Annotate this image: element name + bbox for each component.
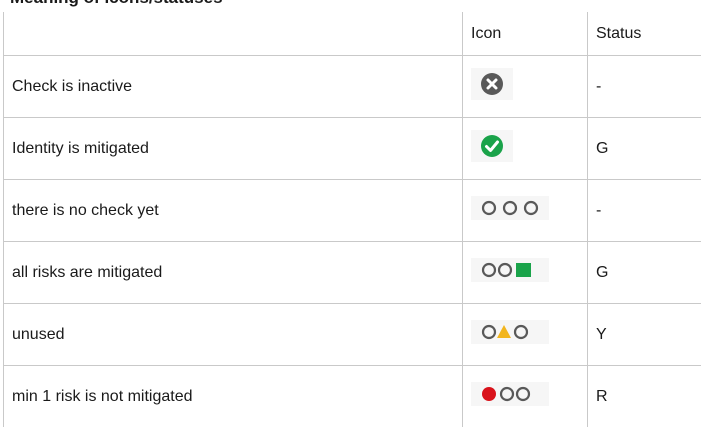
row-description: unused — [4, 304, 463, 366]
green-check-circle-icon — [471, 130, 513, 162]
two-circles-green-square-icon — [471, 258, 549, 282]
row-description: Check is inactive — [4, 56, 463, 118]
table-row: Identity is mitigated G — [4, 118, 702, 180]
row-description: there is no check yet — [4, 180, 463, 242]
table-row: unused Y — [4, 304, 702, 366]
row-status: - — [588, 180, 702, 242]
header-status: Status — [588, 12, 702, 56]
row-status: G — [588, 242, 702, 304]
row-status: R — [588, 366, 702, 427]
row-status: Y — [588, 304, 702, 366]
row-status: G — [588, 118, 702, 180]
row-description: min 1 risk is not mitigated — [4, 366, 463, 427]
table-row: there is no check yet - — [4, 180, 702, 242]
red-dot-two-circles-icon — [471, 382, 549, 406]
header-icon: Icon — [463, 12, 588, 56]
icon-status-table: Icon Status Check is inactive - Identity… — [3, 12, 701, 427]
grey-x-circle-icon — [471, 68, 513, 100]
header-description — [4, 12, 463, 56]
row-description: all risks are mitigated — [4, 242, 463, 304]
table-row: all risks are mitigated G — [4, 242, 702, 304]
table-row: min 1 risk is not mitigated R — [4, 366, 702, 427]
three-empty-circles-icon — [471, 196, 549, 220]
row-description: Identity is mitigated — [4, 118, 463, 180]
circle-yellow-triangle-circle-icon — [471, 320, 549, 344]
table-row: Check is inactive - — [4, 56, 702, 118]
page-heading: Meaning of icons/statuses — [10, 0, 223, 8]
table-header-row: Icon Status — [4, 12, 702, 56]
row-status: - — [588, 56, 702, 118]
